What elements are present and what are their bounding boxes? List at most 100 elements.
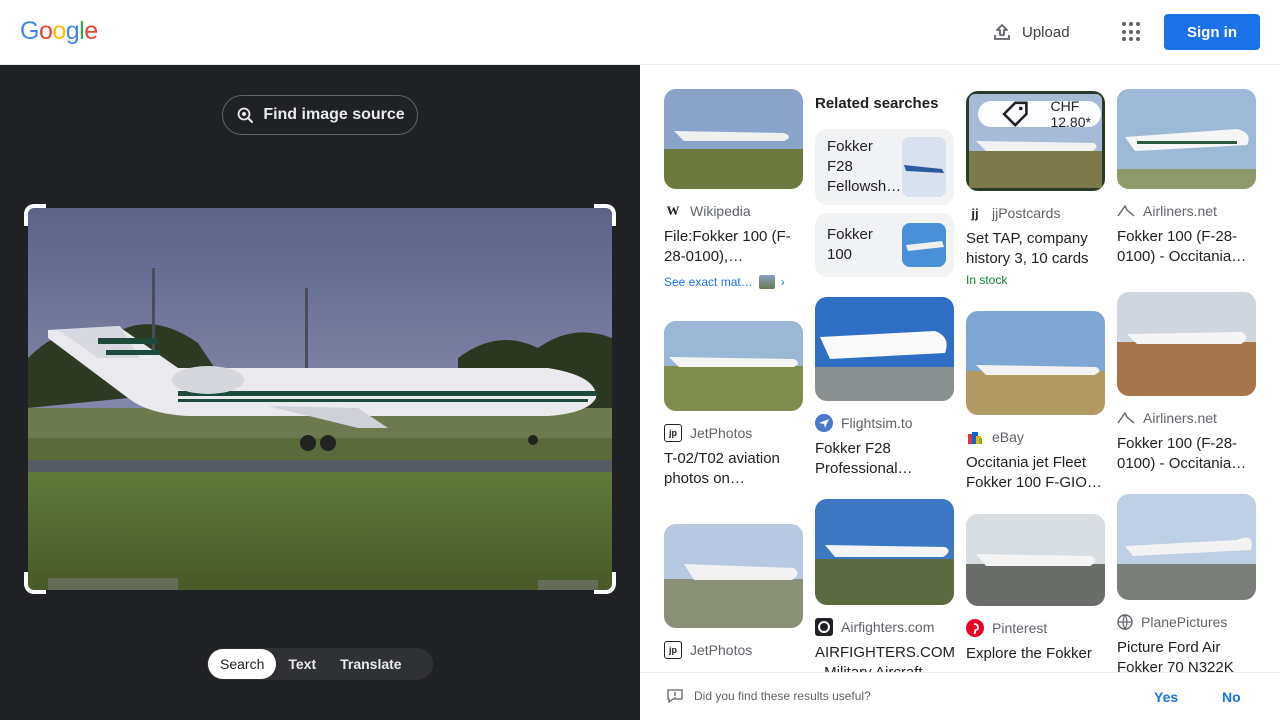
sign-in-button[interactable]: Sign in — [1164, 14, 1260, 50]
airliners-icon — [1117, 411, 1135, 424]
result-title[interactable]: Set TAP, company history 3, 10 cards — [966, 229, 1105, 269]
result-card[interactable]: Airliners.net Fokker 100 (F-28-0100) - O… — [1117, 292, 1256, 474]
crop-handle-bottom-right[interactable] — [594, 572, 616, 594]
stock-status: In stock — [966, 273, 1008, 287]
related-search-label: Fokker 100 — [827, 226, 873, 263]
result-title[interactable]: Picture Ford Air Fokker 70 N322K — [1117, 638, 1256, 672]
result-card[interactable]: eBay Occitania jet Fleet Fokker 100 F-GI… — [966, 311, 1105, 493]
image-preview-panel: Find image source Search Text Translate — [0, 65, 640, 720]
related-search-thumbnail — [902, 137, 946, 197]
find-image-source-label: Find image source — [263, 106, 405, 123]
result-thumbnail[interactable] — [1117, 89, 1256, 189]
wikipedia-icon: W — [666, 203, 680, 218]
jetphotos-icon: jp — [664, 641, 682, 659]
source-name: eBay — [992, 429, 1024, 445]
source-name: PlanePictures — [1141, 614, 1228, 630]
result-thumbnail[interactable] — [664, 89, 803, 189]
feedback-bar: Did you find these results useful? Yes N… — [640, 672, 1280, 720]
result-thumbnail[interactable] — [664, 321, 803, 411]
result-card[interactable]: W Wikipedia File:Fokker 100 (F-28-0100),…… — [664, 89, 803, 289]
lens-search-icon — [237, 107, 254, 123]
result-card[interactable]: PlanePictures Picture Ford Air Fokker 70… — [1117, 494, 1256, 672]
logo-letter: o — [38, 17, 53, 45]
result-source: W Wikipedia — [664, 201, 803, 221]
result-source: Pinterest — [966, 618, 1105, 638]
crop-handle-bottom-left[interactable] — [24, 572, 46, 594]
flightsim-icon — [815, 414, 833, 432]
google-logo[interactable]: Google — [20, 17, 98, 46]
source-name: Flightsim.to — [841, 415, 913, 431]
top-bar: Google Upload Sign in — [0, 0, 1280, 65]
chevron-right-icon: › — [780, 275, 785, 289]
result-thumbnail[interactable] — [1117, 292, 1256, 396]
source-name: Pinterest — [992, 620, 1048, 636]
query-image — [28, 208, 612, 590]
exact-match-thumbnail — [758, 275, 775, 289]
result-title[interactable]: T-02/T02 aviation photos on… — [664, 449, 803, 489]
result-card[interactable]: jp JetPhotos T-02/T02 aviation photos on… — [664, 321, 803, 489]
result-card[interactable]: Flightsim.to Fokker F28 Professional… — [815, 297, 954, 479]
ebay-icon — [968, 432, 982, 444]
exact-matches-label: See exact mat… — [664, 275, 753, 289]
result-source: jj jjPostcards — [966, 203, 1105, 223]
result-card[interactable]: jp JetPhotos — [664, 524, 803, 660]
feedback-question: Did you find these results useful? — [694, 689, 871, 703]
result-thumbnail[interactable]: CHF 12.80* — [966, 91, 1105, 191]
google-apps-icon[interactable] — [1122, 22, 1142, 42]
result-thumbnail[interactable] — [966, 514, 1105, 606]
source-name: JetPhotos — [690, 425, 753, 441]
price-tag-icon — [1002, 101, 1028, 127]
result-thumbnail[interactable] — [1117, 494, 1256, 600]
result-title[interactable]: AIRFIGHTERS.COM - Military Aircraft — [815, 643, 954, 672]
pinterest-icon — [966, 619, 984, 637]
result-title[interactable]: Fokker F28 Professional… — [815, 439, 954, 479]
result-thumbnail[interactable] — [966, 311, 1105, 415]
logo-letter: G — [20, 17, 39, 45]
price-badge: CHF 12.80* — [978, 98, 1102, 130]
tab-text[interactable]: Text — [276, 649, 328, 679]
result-title[interactable]: Fokker 100 (F-28-0100) - Occitania… — [1117, 227, 1256, 267]
result-card[interactable]: Airliners.net Fokker 100 (F-28-0100) - O… — [1117, 89, 1256, 267]
result-thumbnail[interactable] — [815, 297, 954, 401]
feedback-no-button[interactable]: No — [1222, 689, 1241, 705]
tab-translate[interactable]: Translate — [328, 649, 413, 679]
result-source: Airfighters.com — [815, 617, 954, 637]
result-card[interactable]: Pinterest Explore the Fokker — [966, 514, 1105, 664]
source-name: Airfighters.com — [841, 619, 935, 635]
find-image-source-button[interactable]: Find image source — [222, 95, 418, 135]
upload-button[interactable]: Upload — [992, 20, 1070, 44]
result-source: Airliners.net — [1117, 408, 1256, 428]
related-search-chip[interactable]: Fokker F28 Fellowsh… — [815, 129, 954, 205]
source-name: Wikipedia — [690, 203, 751, 219]
lens-mode-switcher: Search Text Translate — [207, 648, 433, 680]
source-name: JetPhotos — [690, 642, 753, 658]
see-exact-matches-link[interactable]: See exact mat… › — [664, 275, 803, 289]
result-title[interactable]: Explore the Fokker — [966, 644, 1105, 664]
source-name: jjPostcards — [992, 205, 1061, 221]
logo-letter: g — [65, 17, 80, 45]
related-search-thumbnail — [902, 223, 946, 267]
result-source: Airliners.net — [1117, 201, 1256, 221]
crop-handle-top-right[interactable] — [594, 204, 616, 226]
logo-letter: o — [52, 17, 66, 45]
feedback-yes-button[interactable]: Yes — [1154, 689, 1178, 705]
source-name: Airliners.net — [1143, 410, 1217, 426]
result-source: PlanePictures — [1117, 612, 1256, 632]
result-title[interactable]: Occitania jet Fleet Fokker 100 F-GIO… — [966, 453, 1105, 493]
result-card[interactable]: CHF 12.80* jj jjPostcards Set TAP, compan… — [966, 91, 1105, 287]
crop-handle-top-left[interactable] — [24, 204, 46, 226]
result-thumbnail[interactable] — [664, 524, 803, 628]
result-title[interactable]: File:Fokker 100 (F-28-0100),… — [664, 227, 803, 267]
tab-search[interactable]: Search — [208, 649, 277, 679]
result-card[interactable]: Airfighters.com AIRFIGHTERS.COM - Milita… — [815, 499, 954, 672]
related-search-chip[interactable]: Fokker 100 — [815, 213, 954, 277]
upload-icon — [994, 24, 1010, 40]
result-thumbnail[interactable] — [815, 499, 954, 605]
jjpostcards-icon: jj — [971, 205, 979, 221]
result-title[interactable]: Fokker 100 (F-28-0100) - Occitania… — [1117, 434, 1256, 474]
related-search-label: Fokker F28 Fellowsh… — [827, 138, 902, 195]
visual-matches-panel: W Wikipedia File:Fokker 100 (F-28-0100),…… — [640, 65, 1280, 672]
crop-area[interactable] — [24, 204, 616, 594]
jetphotos-icon: jp — [664, 424, 682, 442]
airliners-icon — [1117, 204, 1135, 217]
